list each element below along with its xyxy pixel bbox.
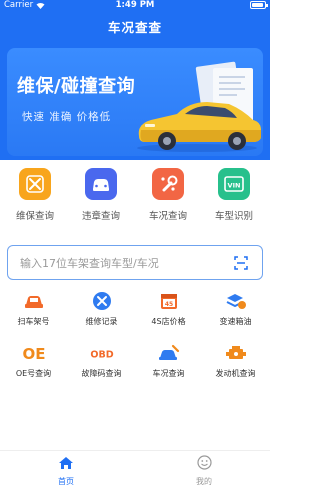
feature-label: 维保查询 — [15, 211, 54, 222]
tool-condition-query[interactable]: 车况查询 — [135, 342, 202, 379]
tool-label: OE号查询 — [15, 369, 52, 378]
page-title: 车况查查 — [107, 20, 162, 35]
tool-oe-query[interactable]: OE OE号查询 — [0, 342, 67, 379]
home-icon — [59, 457, 73, 469]
tool-label: 发动机查询 — [215, 369, 256, 378]
feature-label: 违章查询 — [81, 211, 120, 222]
tools-grid: 扫车架号 维修记录 45 4S店价格 变速箱油 OE OE号查询 OBD 故障码… — [0, 290, 270, 390]
smiley-icon — [196, 455, 212, 470]
oe-badge: OE — [22, 345, 45, 363]
banner-car-illustration — [137, 61, 261, 152]
tool-label: 维修记录 — [85, 317, 118, 326]
tool-label: 故障码查询 — [81, 369, 122, 378]
vin-search-bar — [7, 245, 263, 280]
oil-layers-icon — [223, 290, 249, 312]
tool-label: 4S店价格 — [151, 317, 186, 326]
calendar-45-icon: 45 — [156, 290, 182, 312]
feature-maintenance-query[interactable]: 维保查询 — [3, 168, 67, 222]
svg-text:VIN: VIN — [228, 182, 241, 190]
tab-mine[interactable]: 我的 — [174, 455, 234, 485]
feature-label: 车型识别 — [214, 211, 253, 222]
status-time: 1:49 PM — [115, 0, 155, 10]
status-bar: Carrier 1:49 PM — [0, 0, 270, 12]
banner-subtitle: 快速 准确 价格低 — [22, 111, 112, 123]
feature-model-identify[interactable]: VIN 车型识别 — [202, 168, 266, 222]
car-front-icon — [85, 168, 117, 200]
tool-gearbox-oil[interactable]: 变速箱油 — [202, 290, 269, 327]
vin-search-input[interactable] — [20, 254, 230, 272]
tool-label: 变速箱油 — [219, 317, 252, 326]
scan-icon[interactable] — [234, 256, 248, 270]
feature-condition-query[interactable]: 车况查询 — [136, 168, 200, 222]
obd-icon: OBD — [89, 342, 115, 364]
tool-label: 车况查询 — [152, 369, 185, 378]
tab-home[interactable]: 首页 — [36, 455, 96, 485]
tool-label: 扫车架号 — [17, 317, 50, 326]
tab-bar: 首页 我的 — [0, 450, 270, 485]
wrench-icon — [152, 168, 184, 200]
header: Carrier 1:49 PM 车况查查 维保/碰撞查询 快速 准确 价格低 — [0, 0, 270, 160]
engine-icon — [223, 342, 249, 364]
feature-label: 车况查询 — [148, 211, 187, 222]
tools-icon — [89, 290, 115, 312]
wrench-screwdriver-icon — [19, 168, 51, 200]
feature-violation-query[interactable]: 违章查询 — [69, 168, 133, 222]
tab-label: 我的 — [196, 477, 212, 485]
main-feature-grid: 维保查询 违章查询 车况查询 VIN 车型识别 — [0, 168, 270, 226]
oe-icon: OE — [21, 342, 47, 364]
tool-fault-code[interactable]: OBD 故障码查询 — [68, 342, 135, 379]
tool-4s-price[interactable]: 45 4S店价格 — [135, 290, 202, 327]
vin-icon: VIN — [218, 168, 250, 200]
tool-repair-record[interactable]: 维修记录 — [68, 290, 135, 327]
tool-scan-vin[interactable]: 扫车架号 — [0, 290, 67, 327]
battery-icon — [250, 1, 268, 9]
obd-badge: OBD — [90, 349, 113, 360]
car-wrench-icon — [156, 342, 182, 364]
tab-label: 首页 — [58, 477, 74, 485]
promo-banner[interactable]: 维保/碰撞查询 快速 准确 价格低 — [7, 48, 263, 156]
calendar-badge: 45 — [164, 301, 172, 308]
tool-engine-query[interactable]: 发动机查询 — [202, 342, 269, 379]
banner-title: 维保/碰撞查询 — [17, 76, 136, 97]
scan-car-icon — [21, 290, 47, 312]
